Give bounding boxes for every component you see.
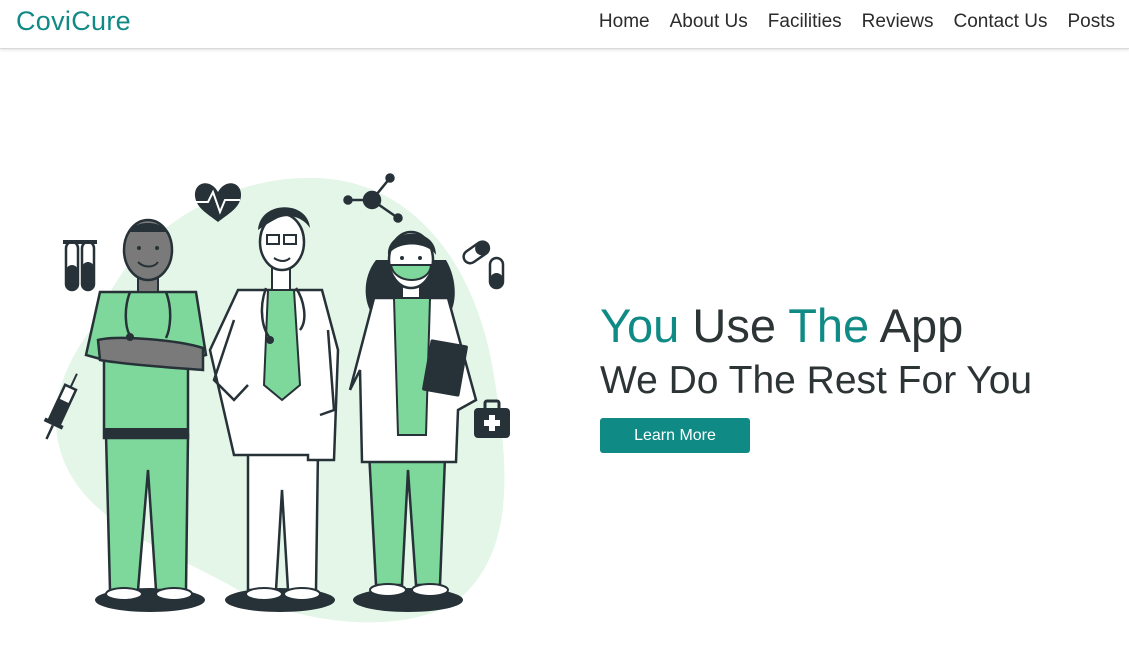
nav-link-contact-us[interactable]: Contact Us xyxy=(953,11,1047,33)
headline-word: App xyxy=(879,299,964,352)
top-navbar: CoviCure Home About Us Facilities Review… xyxy=(0,0,1129,49)
hero-headline: You Use The App xyxy=(600,298,1032,354)
nav-link-about-us[interactable]: About Us xyxy=(670,11,748,33)
test-tubes-icon xyxy=(63,240,97,292)
brand-logo[interactable]: CoviCure xyxy=(16,6,131,37)
nav-link-posts[interactable]: Posts xyxy=(1067,11,1115,33)
nav-links: Home About Us Facilities Reviews Contact… xyxy=(579,11,1115,33)
headline-word: Use xyxy=(692,299,776,352)
nav-link-home[interactable]: Home xyxy=(599,11,650,33)
nav-link-reviews[interactable]: Reviews xyxy=(862,11,934,33)
doctors-illustration xyxy=(43,173,510,623)
nav-link-facilities[interactable]: Facilities xyxy=(768,11,842,33)
headline-word: You xyxy=(600,299,680,352)
pill-capsule-icon xyxy=(462,240,505,290)
hero-text: You Use The App We Do The Rest For You L… xyxy=(600,298,1032,453)
hero-subheadline: We Do The Rest For You xyxy=(600,359,1033,402)
learn-more-button[interactable]: Learn More xyxy=(600,418,750,453)
headline-word: The xyxy=(788,299,870,352)
